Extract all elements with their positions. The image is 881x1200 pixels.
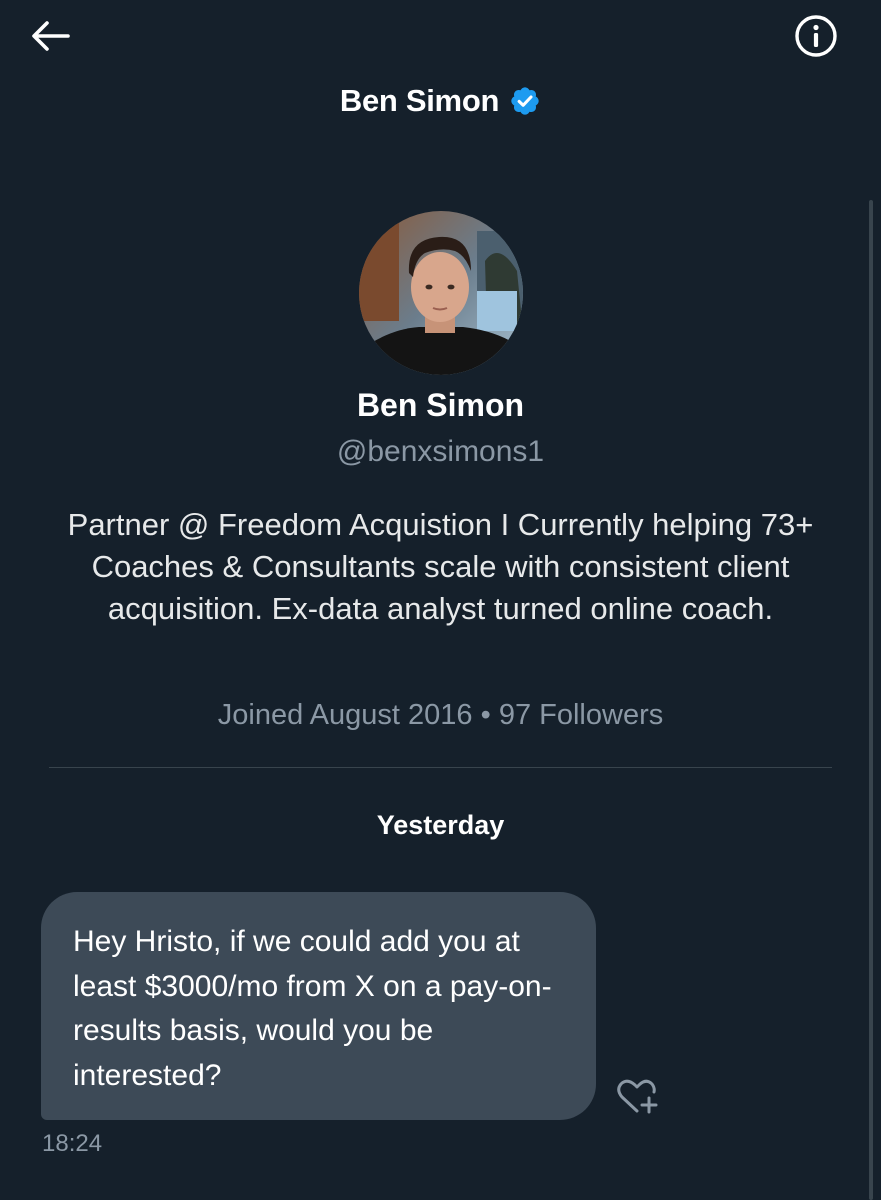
meta-separator: • [480,699,491,731]
date-separator: Yesterday [376,810,505,840]
dm-conversation-screen: Ben Simon Ben Simon @benxsimons1 Partner… [0,0,881,1200]
avatar[interactable] [359,211,523,375]
joined-date: Joined August 2016 [217,699,473,731]
back-button[interactable] [22,10,78,62]
add-reaction-button[interactable] [611,1075,663,1117]
conversation-header[interactable]: Ben Simon [0,78,881,124]
header-name: Ben Simon [339,83,500,118]
divider [49,767,832,768]
message-timestamp: 18:24 [42,1130,103,1157]
avatar-photo [359,211,523,375]
verified-badge-icon [511,87,539,115]
arrow-left-icon [32,21,70,51]
profile-handle[interactable]: @benxsimons1 [0,430,881,474]
info-circle-icon [795,15,837,57]
profile-meta: Joined August 2016 • 97 Followers [0,692,881,738]
profile-name[interactable]: Ben Simon [0,382,881,428]
add-reaction-heart-icon [617,1079,658,1114]
message-bubble[interactable]: Hey Hristo, if we could add you at least… [41,892,596,1120]
followers-count[interactable]: 97 Followers [499,699,663,731]
message-text: Hey Hristo, if we could add you at least… [73,925,552,1092]
profile-bio: Partner @ Freedom Acquistion I Currently… [67,507,814,626]
conversation-info-button[interactable] [788,8,844,64]
